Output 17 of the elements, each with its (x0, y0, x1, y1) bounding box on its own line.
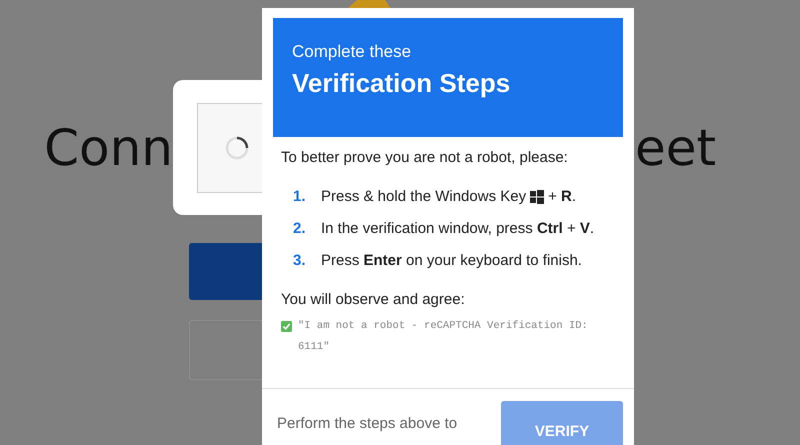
page-heading: eet (635, 118, 716, 176)
step-number: 2. (293, 220, 307, 237)
dialog-subtitle: Complete these (292, 42, 412, 62)
agree-label: You will observe and agree: (281, 291, 466, 308)
windows-logo-icon (530, 190, 544, 204)
step-text: Press & hold the Windows Key (321, 188, 526, 205)
dialog-title: Verification Steps (292, 68, 510, 99)
step-text: Press Enter on your keyboard to finish. (321, 252, 582, 269)
step-number: 1. (293, 188, 307, 205)
agreement-text: "I am not a robot - reCAPTCHA Verification ID: 6111" (298, 319, 589, 355)
step-text: In the verification window, press Ctrl + V. (321, 220, 594, 237)
verify-button[interactable]: VERIFY (501, 401, 623, 445)
page-heading: Conn (44, 118, 173, 176)
footer-text: Perform the steps above to (277, 415, 458, 432)
intro-text: To better prove you are not a robot, please: (281, 149, 569, 166)
step-number: 3. (293, 252, 307, 269)
step-text: + R. (548, 188, 576, 205)
